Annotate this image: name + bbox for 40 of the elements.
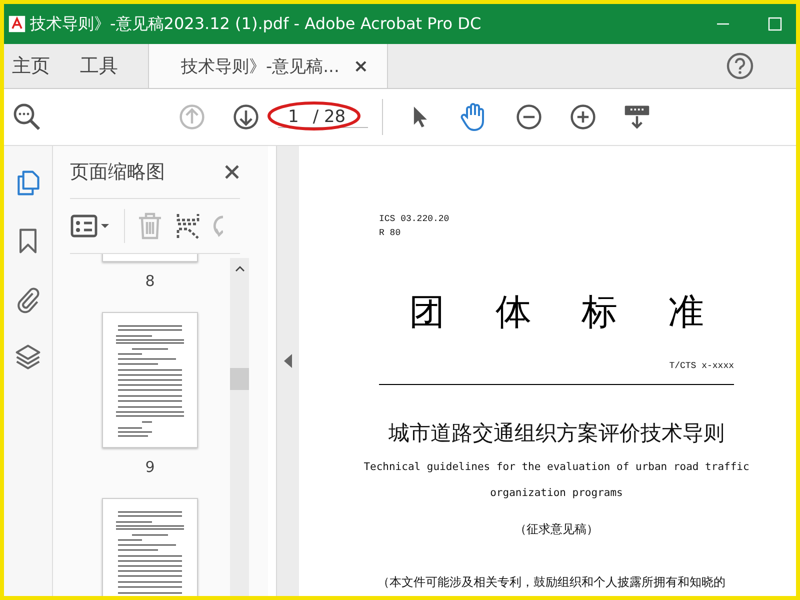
page-thumbnail[interactable] [102, 498, 198, 596]
help-icon[interactable] [726, 52, 754, 80]
page-number-label: 9 [145, 458, 155, 476]
list-options-icon[interactable] [70, 213, 112, 239]
ics-code: ICS 03.220.20 [379, 213, 450, 226]
document-title: 城市道路交通组织方案评价技术导则 [388, 420, 724, 447]
window-title: 技术导则》-意见稿2023.12 (1).pdf - Adobe Acrobat Pro DC [30, 14, 482, 34]
patent-notice: （本文件可能涉及相关专利，鼓励组织和个人披露所拥有和知晓的 [378, 574, 726, 591]
page-extract-icon[interactable] [175, 212, 201, 240]
keyboard-download-icon[interactable] [623, 103, 651, 131]
scrollbar-thumb[interactable] [230, 368, 249, 390]
heading-character: 标 [582, 291, 618, 335]
page-number-field[interactable]: 1 [288, 106, 299, 126]
heading-character: 团 [409, 291, 445, 335]
english-title: organization programs [490, 487, 623, 499]
heading-character: 准 [668, 291, 704, 335]
scrollbar[interactable] [230, 258, 249, 596]
close-tab-button[interactable]: × [353, 56, 368, 76]
standard-number: T/CTS x-xxxx [669, 360, 734, 373]
tab[interactable]: 工具 [68, 44, 136, 88]
tab[interactable]: 主页 [4, 44, 68, 88]
scroll-up-icon[interactable] [234, 266, 244, 272]
page-number-label: 8 [145, 272, 155, 290]
layers-icon[interactable] [14, 342, 42, 372]
collapse-icon[interactable] [284, 354, 292, 368]
classification-code: R 80 [379, 227, 402, 240]
draft-status: （征求意见稿） [514, 521, 598, 538]
maximize-icon[interactable] [768, 17, 782, 31]
panel-title: 页面缩略图 [70, 160, 165, 185]
acrobat-logo-icon [8, 15, 26, 33]
heading-character: 体 [495, 291, 532, 335]
zoom-out-icon[interactable] [515, 103, 543, 131]
search-icon[interactable] [12, 102, 42, 132]
english-title: Technical guidelines for the evaluation of urban road traffic [364, 461, 750, 473]
close-icon[interactable] [224, 164, 240, 180]
next-page-icon[interactable] [232, 103, 260, 131]
zoom-in-icon[interactable] [569, 103, 597, 131]
page-thumbnail[interactable] [102, 312, 198, 448]
tab[interactable]: 技术导则》-意见稿... × [148, 44, 388, 88]
page-count: / 28 [312, 106, 346, 126]
